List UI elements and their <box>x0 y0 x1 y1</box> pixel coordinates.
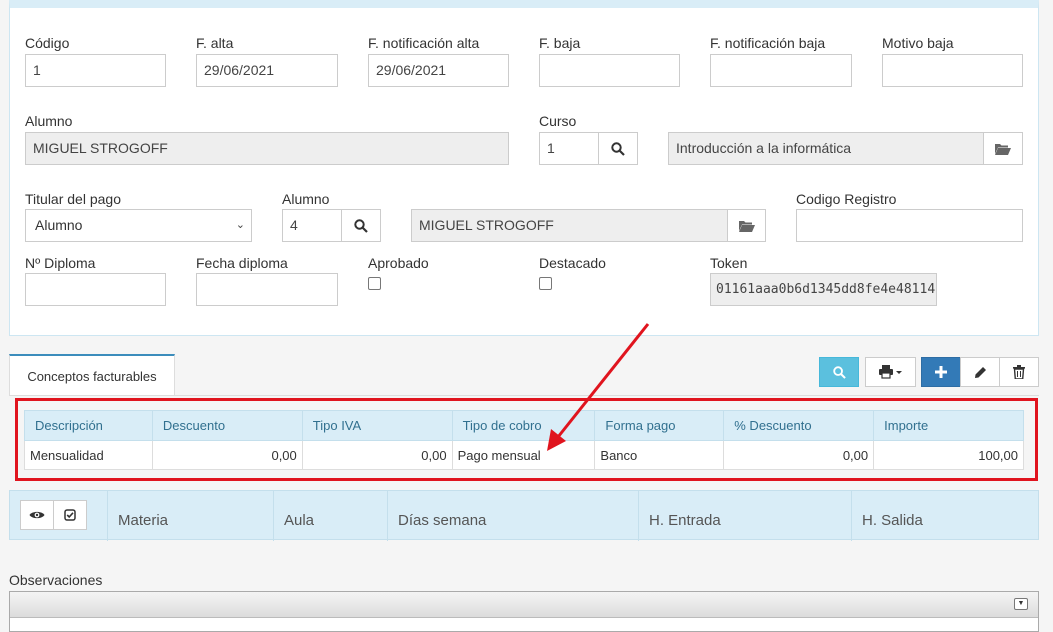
f-baja-input[interactable] <box>539 54 680 87</box>
alumno-input: MIGUEL STROGOFF <box>25 132 509 165</box>
col-h-salida[interactable]: H. Salida <box>851 491 1038 541</box>
motivo-baja-label: Motivo baja <box>882 35 954 51</box>
trash-icon <box>1013 365 1025 379</box>
chevron-down-icon: ⌄ <box>235 219 245 231</box>
view-button[interactable] <box>20 500 54 530</box>
search-icon <box>354 218 368 233</box>
codigo-input[interactable]: 1 <box>25 54 166 87</box>
check-button[interactable] <box>53 500 87 530</box>
aprobado-label: Aprobado <box>368 255 429 271</box>
curso-name-input: Introducción a la informática <box>668 132 984 165</box>
editor-toolbar: ▼ <box>10 592 1038 618</box>
alumno-pago-id-input[interactable]: 4 <box>282 209 342 242</box>
dropdown-icon[interactable]: ▼ <box>1014 598 1028 610</box>
observaciones-editor[interactable]: ▼ <box>9 591 1039 632</box>
titular-pago-select[interactable]: Alumno ⌄ <box>25 209 252 242</box>
print-icon <box>878 365 902 379</box>
folder-open-icon <box>995 143 1011 155</box>
folder-open-icon <box>738 220 755 232</box>
token-input: 01161aaa0b6d1345dd8fe4e48114 <box>710 273 937 306</box>
destacado-checkbox[interactable] <box>539 277 552 290</box>
n-diploma-label: Nº Diploma <box>25 255 96 271</box>
plus-icon <box>935 366 947 378</box>
alumno-pago-name-input: MIGUEL STROGOFF <box>411 209 728 242</box>
codigo-registro-input[interactable] <box>796 209 1023 242</box>
tab-divider <box>9 395 1039 396</box>
edit-button[interactable] <box>960 357 1000 387</box>
eye-icon <box>29 511 45 519</box>
fecha-diploma-label: Fecha diploma <box>196 255 288 271</box>
search-icon <box>832 365 846 379</box>
token-label: Token <box>710 255 748 271</box>
titular-pago-value: Alumno <box>35 217 83 233</box>
curso-label: Curso <box>539 113 577 129</box>
motivo-baja-input[interactable] <box>882 54 1023 87</box>
fecha-diploma-input[interactable] <box>196 273 338 306</box>
col-aula[interactable]: Aula <box>273 491 387 541</box>
col-dias-semana[interactable]: Días semana <box>387 491 638 541</box>
aprobado-checkbox[interactable] <box>368 277 381 290</box>
search-button[interactable] <box>819 357 859 387</box>
curso-search-button[interactable] <box>598 132 638 165</box>
col-h-entrada[interactable]: H. Entrada <box>638 491 851 541</box>
f-notif-baja-input[interactable] <box>710 54 852 87</box>
f-alta-input[interactable]: 29/06/2021 <box>196 54 338 87</box>
delete-button[interactable] <box>999 357 1039 387</box>
pencil-icon <box>974 366 986 378</box>
highlight-box <box>15 398 1038 481</box>
f-notif-alta-label: F. notificación alta <box>368 35 480 51</box>
f-notif-baja-label: F. notificación baja <box>710 35 826 51</box>
alumno-label: Alumno <box>25 113 73 129</box>
check-square-icon <box>64 509 76 521</box>
destacado-label: Destacado <box>539 255 606 271</box>
alumno-pago-search-button[interactable] <box>341 209 381 242</box>
f-notif-alta-input[interactable]: 29/06/2021 <box>368 54 509 87</box>
alumno-pago-browse-button[interactable] <box>727 209 766 242</box>
curso-id-input[interactable]: 1 <box>539 132 599 165</box>
codigo-registro-label: Codigo Registro <box>796 191 897 207</box>
add-button[interactable] <box>921 357 961 387</box>
f-baja-label: F. baja <box>539 35 581 51</box>
print-button[interactable] <box>865 357 916 387</box>
codigo-label: Código <box>25 35 70 51</box>
curso-browse-button[interactable] <box>983 132 1023 165</box>
col-materia[interactable]: Materia <box>107 491 273 541</box>
f-alta-label: F. alta <box>196 35 234 51</box>
titular-pago-label: Titular del pago <box>25 191 121 207</box>
n-diploma-input[interactable] <box>25 273 166 306</box>
search-icon <box>611 141 625 156</box>
tab-conceptos-facturables[interactable]: Conceptos facturables <box>9 354 175 395</box>
observaciones-label: Observaciones <box>9 572 103 588</box>
horario-header: Materia Aula Días semana H. Entrada H. S… <box>9 490 1039 541</box>
alumno-pago-label: Alumno <box>282 191 330 207</box>
